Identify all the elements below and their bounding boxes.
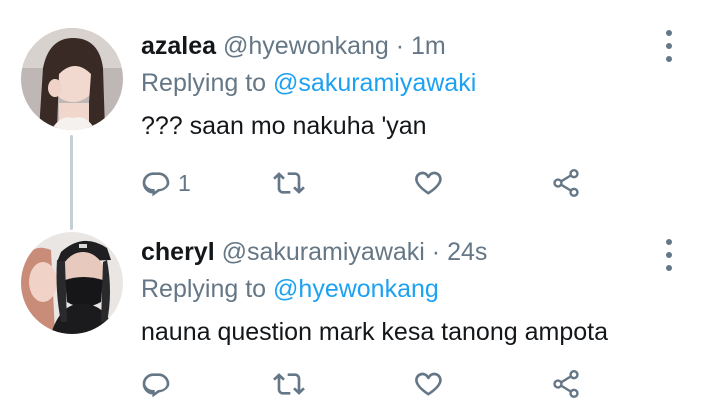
share-button[interactable] [550,364,582,404]
tweet-cheryl[interactable]: cheryl @sakuramiyawaki · 24s Replying to… [0,206,720,413]
replying-to-mention[interactable]: @hyewonkang [273,275,439,303]
replying-to-line: Replying to @sakuramiyawaki [141,67,476,99]
retweet-icon [273,373,305,395]
like-button[interactable] [412,163,450,203]
tweet-header: azalea @hyewonkang · 1m [141,30,446,62]
replying-to-label: Replying to [141,69,267,97]
retweet-icon [273,172,305,194]
separator: · [395,32,405,60]
avatar[interactable] [21,28,123,130]
tweet-text: nauna question mark kesa tanong ampota [141,318,608,346]
replying-to-mention[interactable]: @sakuramiyawaki [273,69,476,97]
separator: · [431,238,441,266]
heart-icon [415,372,442,396]
timestamp[interactable]: 24s [447,238,487,266]
reply-button[interactable]: 1 [140,163,191,203]
avatar[interactable] [21,232,123,334]
like-button[interactable] [412,364,450,404]
display-name[interactable]: azalea [141,32,216,60]
tweet-azalea[interactable]: azalea @hyewonkang · 1m Replying to @sak… [0,0,720,230]
more-vertical-icon[interactable] [662,239,676,271]
timestamp[interactable]: 1m [411,32,446,60]
display-name[interactable]: cheryl [141,238,215,266]
tweet-text: ??? saan mo nakuha 'yan [141,112,427,140]
tweet-actions [140,364,600,404]
share-icon [553,169,579,197]
user-handle[interactable]: @hyewonkang [223,32,389,60]
share-button[interactable] [550,163,582,203]
user-handle[interactable]: @sakuramiyawaki [222,238,425,266]
tweet-header: cheryl @sakuramiyawaki · 24s [141,236,487,268]
reply-icon [142,172,170,197]
retweet-button[interactable] [273,364,311,404]
share-icon [553,370,579,398]
replying-to-line: Replying to @hyewonkang [141,273,439,305]
reply-count: 1 [178,169,191,196]
heart-icon [415,171,442,195]
reply-button[interactable] [140,364,178,404]
replying-to-label: Replying to [141,275,267,303]
more-vertical-icon[interactable] [662,30,676,62]
retweet-button[interactable] [273,163,311,203]
tweet-actions: 1 [140,163,600,203]
reply-icon [142,373,170,398]
